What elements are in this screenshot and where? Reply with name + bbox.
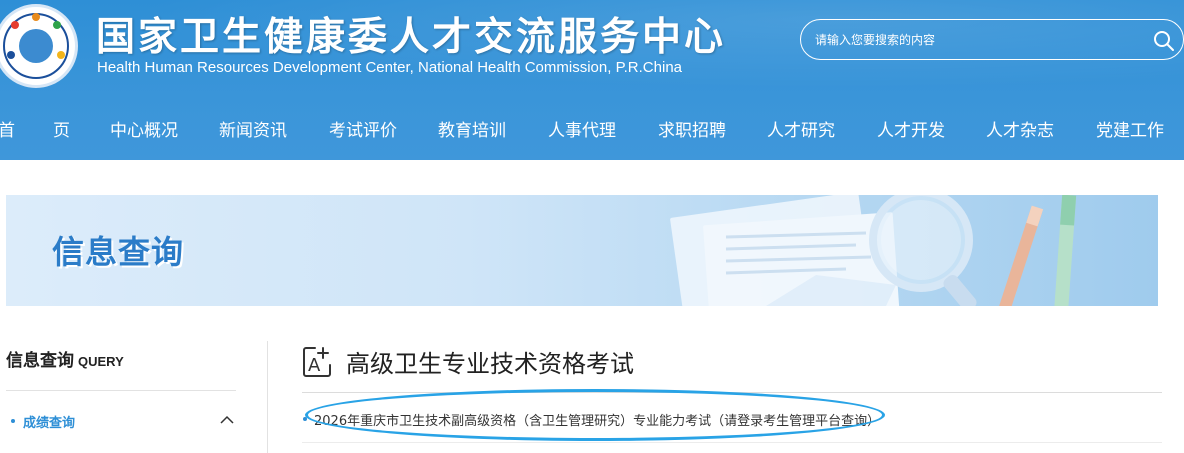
sidebar-title-cn: 信息查询 [6, 351, 74, 371]
banner-title: 信息查询 [52, 233, 185, 271]
nav-item-talent-magazine[interactable]: 人才杂志 [986, 116, 1054, 141]
logo-figure-yellow [57, 51, 65, 59]
bullet-dot-icon [303, 417, 307, 421]
bullet-dot-icon [11, 419, 15, 423]
nav-item-center-overview[interactable]: 中心概况 [110, 116, 178, 141]
nav-item-talent-research[interactable]: 人才研究 [767, 116, 835, 141]
search-box [800, 19, 1184, 60]
list-item[interactable]: 2026年重庆市卫生技术副高级资格（含卫生管理研究）专业能力考试（请登录考生管理… [302, 408, 1162, 430]
sidebar-title-en: QUERY [78, 354, 124, 369]
nav-home-second-char[interactable]: 页 [53, 116, 70, 141]
logo-globe [19, 29, 53, 63]
svg-text:A: A [308, 355, 321, 376]
chevron-up-icon[interactable] [220, 413, 234, 427]
sidebar-title: 信息查询 QUERY [6, 346, 124, 371]
nav-item-news[interactable]: 新闻资讯 [219, 116, 287, 141]
nav-home-first-char[interactable]: 首 [0, 116, 15, 141]
logo-figure-red [11, 21, 19, 29]
edit-document-icon: A [303, 347, 331, 377]
section-title: 高级卫生专业技术资格考试 [346, 350, 634, 378]
section-divider [302, 392, 1162, 393]
center-logo-emblem[interactable] [0, 4, 78, 88]
page-banner: 信息查询 [6, 195, 1158, 306]
site-header: 国家卫生健康委人才交流服务中心 Health Human Resources D… [0, 0, 1184, 160]
logo-figure-green [53, 21, 61, 29]
list-divider [302, 442, 1162, 443]
nav-item-exams[interactable]: 考试评价 [329, 116, 397, 141]
sidebar-divider [6, 390, 236, 391]
column-divider [267, 341, 268, 453]
nav-item-talent-development[interactable]: 人才开发 [877, 116, 945, 141]
sidebar-item-label: 成绩查询 [23, 416, 76, 431]
search-input[interactable] [815, 29, 1135, 51]
banner-illustration [670, 195, 1077, 306]
logo-figure-orange [32, 13, 40, 21]
logo-figure-blue [7, 51, 15, 59]
sidebar-item-score-query[interactable]: 成绩查询 [8, 410, 238, 432]
list-item-link[interactable]: 2026年重庆市卫生技术副高级资格（含卫生管理研究）专业能力考试（请登录考生管理… [314, 410, 880, 429]
main-nav: 首 页 中心概况 新闻资讯 考试评价 教育培训 人事代理 求职招聘 人才研究 人… [0, 106, 1184, 148]
nav-item-education[interactable]: 教育培训 [438, 116, 506, 141]
nav-item-personnel-agency[interactable]: 人事代理 [548, 116, 616, 141]
site-title-cn: 国家卫生健康委人才交流服务中心 [96, 15, 727, 60]
nav-item-party-building[interactable]: 党建工作 [1096, 116, 1164, 141]
nav-item-jobs[interactable]: 求职招聘 [658, 116, 726, 141]
site-title-en: Health Human Resources Development Cente… [97, 59, 682, 76]
search-icon[interactable] [1153, 30, 1175, 52]
